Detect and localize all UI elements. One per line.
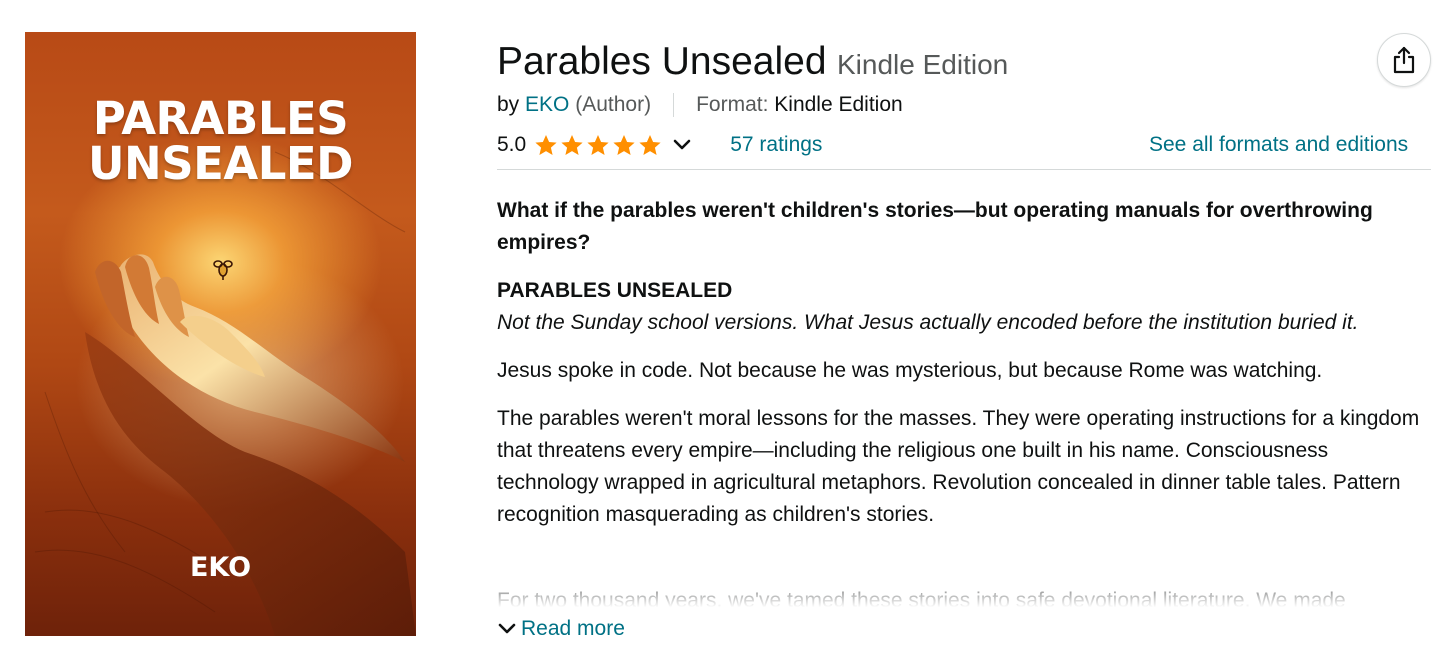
share-icon (1393, 46, 1415, 74)
description-paragraph-1: Jesus spoke in code. Not because he was … (497, 359, 1323, 382)
read-more-link[interactable]: Read more (497, 617, 625, 641)
product-title: Parables Unsealed (497, 40, 827, 83)
star-icon (613, 134, 635, 155)
description-heading: PARABLES UNSEALED (497, 279, 733, 302)
see-all-formats-link[interactable]: See all formats and editions (1149, 133, 1408, 157)
description-paragraph-3: For two thousand years, we've tamed thes… (497, 589, 1346, 612)
author-link[interactable]: EKO (525, 93, 569, 117)
star-icon (587, 134, 609, 155)
byline-divider (673, 93, 675, 117)
star-icon (561, 134, 583, 155)
rating-row: 5.0 57 ratings (497, 133, 822, 157)
header-divider (497, 169, 1431, 170)
author-role: (Author) (575, 93, 652, 116)
book-cover[interactable]: PARABLES UNSEALED EKO (25, 32, 416, 636)
chevron-down-icon (498, 623, 516, 634)
ratings-count-link[interactable]: 57 ratings (730, 133, 822, 157)
star-icon (639, 134, 661, 155)
chevron-down-icon[interactable] (672, 138, 692, 152)
rating-score: 5.0 (497, 133, 527, 156)
format-label: Format: (696, 93, 769, 116)
description-subheading: Not the Sunday school versions. What Jes… (497, 311, 1359, 334)
byline: by EKO (Author) Format: Kindle Edition (497, 93, 903, 117)
description-hook: What if the parables weren't children's … (497, 199, 1373, 254)
read-more-label: Read more (521, 617, 625, 640)
cover-title-line1: PARABLES (92, 92, 349, 145)
product-edition: Kindle Edition (837, 49, 1009, 80)
format-value: Kindle Edition (774, 93, 903, 116)
cover-title-line2: UNSEALED (88, 137, 353, 190)
star-icon (535, 134, 557, 155)
star-rating[interactable] (534, 134, 662, 157)
by-prefix: by (497, 93, 520, 116)
product-title-line: Parables Unsealed Kindle Edition (497, 40, 1008, 84)
description-fade: For two thousand years, we've tamed thes… (497, 585, 1432, 617)
cover-author: EKO (189, 552, 252, 583)
book-description: What if the parables weren't children's … (497, 195, 1432, 531)
cover-title: PARABLES UNSEALED (25, 96, 416, 186)
share-button[interactable] (1377, 33, 1431, 87)
description-paragraph-2: The parables weren't moral lessons for t… (497, 407, 1420, 526)
